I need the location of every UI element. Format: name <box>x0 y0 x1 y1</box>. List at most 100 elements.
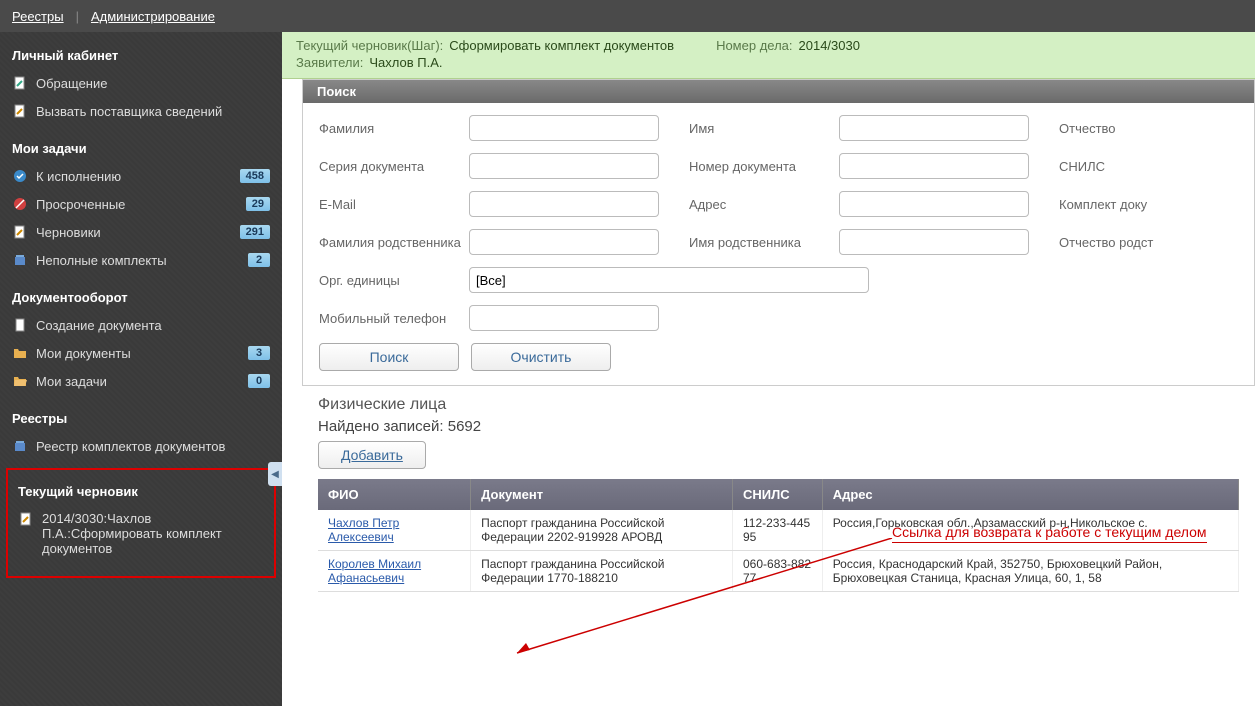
count-badge: 2 <box>248 253 270 267</box>
person-link[interactable]: Королев Михаил Афанасьевич <box>328 557 421 585</box>
current-draft-box: Текущий черновик 2014/3030:Чахлов П.А.:С… <box>6 468 276 578</box>
count-badge: 29 <box>246 197 270 211</box>
sidebar-item-pending[interactable]: К исполнению 458 <box>0 162 282 190</box>
document-icon <box>12 317 28 333</box>
sidebar-item-label: Вызвать поставщика сведений <box>36 104 270 119</box>
search-panel: Поиск Фамилия Имя Отчество Серия докумен… <box>302 79 1255 386</box>
step-label: Текущий черновик(Шаг): <box>296 38 443 53</box>
annotation-text: Ссылка для возврата к работе с текущим д… <box>892 524 1207 543</box>
check-circle-icon <box>12 168 28 184</box>
firstname-label: Имя <box>689 121 839 136</box>
document-new-icon <box>12 75 28 91</box>
org-label: Орг. единицы <box>319 273 469 288</box>
address-label: Адрес <box>689 197 839 212</box>
sidebar-item-my-docs[interactable]: Мои документы 3 <box>0 339 282 367</box>
sidebar-item-incomplete[interactable]: Неполные комплекты 2 <box>0 246 282 274</box>
rel-lastname-input[interactable] <box>469 229 659 255</box>
case-value: 2014/3030 <box>799 38 860 53</box>
email-input[interactable] <box>469 191 659 217</box>
search-button[interactable]: Поиск <box>319 343 459 371</box>
sidebar-item-label: Создание документа <box>36 318 270 333</box>
sidebar-collapse-toggle[interactable]: ◀ <box>268 462 282 486</box>
cell-document: Паспорт гражданина Российской Федерации … <box>471 551 733 592</box>
blocked-icon <box>12 196 28 212</box>
col-snils[interactable]: СНИЛС <box>733 479 823 510</box>
nav-registries[interactable]: Реестры <box>12 9 64 24</box>
folder-open-icon <box>12 373 28 389</box>
sidebar-item-label: Реестр комплектов документов <box>36 439 270 454</box>
nav-admin[interactable]: Администрирование <box>91 9 215 24</box>
phone-label: Мобильный телефон <box>319 311 469 326</box>
org-units-input[interactable] <box>469 267 869 293</box>
applicants-label: Заявители: <box>296 55 363 70</box>
snils-label: СНИЛС <box>1059 159 1209 174</box>
sidebar-item-label: 2014/3030:Чахлов П.А.:Сформировать компл… <box>42 511 264 556</box>
set-label: Комплект доку <box>1059 197 1209 212</box>
case-label: Номер дела: <box>716 38 792 53</box>
stack-icon <box>12 438 28 454</box>
sidebar-item-drafts[interactable]: Черновики 291 <box>0 218 282 246</box>
step-value: Сформировать комплект документов <box>449 38 674 53</box>
address-input[interactable] <box>839 191 1029 217</box>
doc-number-input[interactable] <box>839 153 1029 179</box>
sidebar-item-label: К исполнению <box>36 169 232 184</box>
sidebar-item-label: Черновики <box>36 225 232 240</box>
draft-icon <box>18 511 34 527</box>
phone-input[interactable] <box>469 305 659 331</box>
section-cabinet-title: Личный кабинет <box>0 42 282 69</box>
count-badge: 0 <box>248 374 270 388</box>
stack-icon <box>12 252 28 268</box>
search-panel-title: Поиск <box>303 80 1254 103</box>
sidebar: Личный кабинет Обращение Вызвать поставщ… <box>0 32 282 706</box>
sidebar-item-label: Мои задачи <box>36 374 240 389</box>
cell-snils: 060-683-882 77 <box>733 551 823 592</box>
cell-address: Россия, Краснодарский Край, 352750, Брюх… <box>822 551 1238 592</box>
table-row: Королев Михаил Афанасьевич Паспорт гражд… <box>318 551 1239 592</box>
person-link[interactable]: Чахлов Петр Алексеевич <box>328 516 399 544</box>
draft-icon <box>12 224 28 240</box>
firstname-input[interactable] <box>839 115 1029 141</box>
doc-number-label: Номер документа <box>689 159 839 174</box>
info-bar: Текущий черновик(Шаг): Сформировать комп… <box>282 32 1255 79</box>
count-badge: 458 <box>240 169 270 183</box>
rel-middlename-label: Отчество родст <box>1059 235 1209 250</box>
section-draft-title: Текущий черновик <box>14 478 268 505</box>
email-label: E-Mail <box>319 197 469 212</box>
sidebar-item-create-doc[interactable]: Создание документа <box>0 311 282 339</box>
nav-separator: | <box>76 9 79 24</box>
chevron-left-icon: ◀ <box>271 469 279 480</box>
results-title: Физические лица <box>318 396 1239 414</box>
sidebar-item-label: Обращение <box>36 76 270 91</box>
sidebar-item-label: Мои документы <box>36 346 240 361</box>
col-address[interactable]: Адрес <box>822 479 1238 510</box>
sidebar-item-new-appeal[interactable]: Обращение <box>0 69 282 97</box>
doc-series-label: Серия документа <box>319 159 469 174</box>
folder-icon <box>12 345 28 361</box>
section-docflow-title: Документооборот <box>0 284 282 311</box>
doc-series-input[interactable] <box>469 153 659 179</box>
sidebar-item-overdue[interactable]: Просроченные 29 <box>0 190 282 218</box>
rel-firstname-input[interactable] <box>839 229 1029 255</box>
sidebar-item-current-draft[interactable]: 2014/3030:Чахлов П.А.:Сформировать компл… <box>14 505 268 562</box>
main-area: Текущий черновик(Шаг): Сформировать комп… <box>282 32 1255 706</box>
section-registries-title: Реестры <box>0 405 282 432</box>
document-edit-icon <box>12 103 28 119</box>
cell-snils: 112-233-445 95 <box>733 510 823 551</box>
sidebar-item-label: Просроченные <box>36 197 238 212</box>
count-badge: 3 <box>248 346 270 360</box>
col-fio[interactable]: ФИО <box>318 479 471 510</box>
section-tasks-title: Мои задачи <box>0 135 282 162</box>
sidebar-item-my-tasks[interactable]: Мои задачи 0 <box>0 367 282 395</box>
lastname-label: Фамилия <box>319 121 469 136</box>
sidebar-item-doc-registry[interactable]: Реестр комплектов документов <box>0 432 282 460</box>
add-button[interactable]: Добавить <box>318 441 426 469</box>
cell-document: Паспорт гражданина Российской Федерации … <box>471 510 733 551</box>
clear-button[interactable]: Очистить <box>471 343 611 371</box>
sidebar-item-call-provider[interactable]: Вызвать поставщика сведений <box>0 97 282 125</box>
middlename-label: Отчество <box>1059 121 1209 136</box>
rel-firstname-label: Имя родственника <box>689 235 839 250</box>
results-count: Найдено записей: 5692 <box>318 418 1239 435</box>
lastname-input[interactable] <box>469 115 659 141</box>
col-document[interactable]: Документ <box>471 479 733 510</box>
sidebar-item-label: Неполные комплекты <box>36 253 240 268</box>
